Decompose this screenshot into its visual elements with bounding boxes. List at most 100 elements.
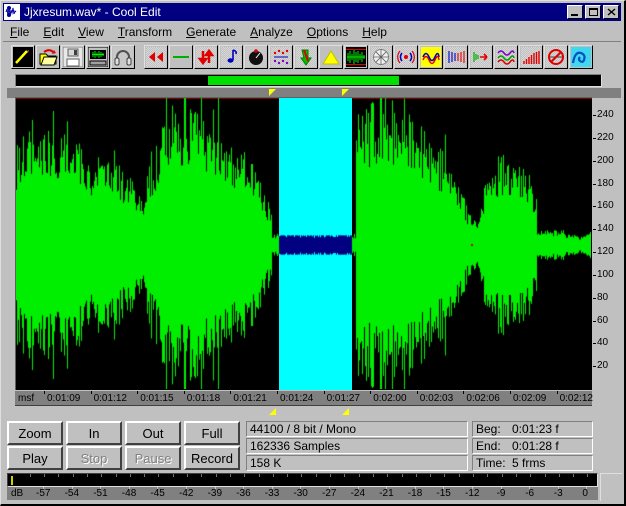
stretch-icon[interactable] xyxy=(444,45,468,69)
play-button[interactable]: Play xyxy=(7,446,63,470)
waveform-window-icon[interactable] xyxy=(86,45,110,69)
amplify-ramp-icon[interactable] xyxy=(319,45,343,69)
level-meter-bar-tick xyxy=(358,474,360,477)
selection-begin-row: Beg: 0:01:23 f xyxy=(472,421,593,437)
menu-help[interactable]: Help xyxy=(355,24,394,40)
zoom-out-button[interactable]: Out xyxy=(125,421,181,445)
level-meter-bar-tick xyxy=(287,474,288,477)
menu-options[interactable]: Options xyxy=(300,24,355,40)
echo-waves-icon[interactable] xyxy=(394,45,418,69)
close-button[interactable] xyxy=(603,5,619,19)
record-dot-icon[interactable] xyxy=(244,45,268,69)
level-meter-bar-tick xyxy=(573,474,574,477)
waveform-display[interactable] xyxy=(15,97,592,390)
graphic-eq-icon[interactable] xyxy=(519,45,543,69)
menu-transform[interactable]: Transform xyxy=(111,24,179,40)
menu-analyze[interactable]: Analyze xyxy=(243,24,300,40)
amplitude-axis-label: 200 xyxy=(597,155,614,166)
new-file-icon[interactable] xyxy=(11,45,35,69)
squiggle-filter-icon[interactable] xyxy=(494,45,518,69)
zoom-button[interactable]: Zoom xyxy=(7,421,63,445)
menu-bar: File Edit View Transform Generate Analyz… xyxy=(3,23,621,42)
flanger-icon[interactable] xyxy=(419,45,443,69)
horizontal-scrollbar[interactable] xyxy=(15,74,602,87)
amplitude-axis-tick xyxy=(593,229,596,230)
level-meter-bar-tick xyxy=(30,474,31,477)
level-meter-label: -18 xyxy=(407,488,423,499)
amplitude-axis-label: 80 xyxy=(597,292,609,303)
menu-view[interactable]: View xyxy=(71,24,111,40)
time-ruler-tick xyxy=(44,391,45,394)
normalize-waveform-icon[interactable] xyxy=(344,45,368,69)
reverse-icon[interactable] xyxy=(469,45,493,69)
cool-edit-window: Jjxresum.wav* - Cool Edit File Edit View… xyxy=(0,0,626,506)
level-meter-bar-tick xyxy=(244,474,246,477)
time-ruler-tick xyxy=(323,391,325,394)
selection-marker-strip-bottom xyxy=(7,407,621,417)
time-ruler-tick xyxy=(277,391,278,394)
level-meter-bar-tick xyxy=(129,474,131,477)
selection-start-marker-bottom[interactable] xyxy=(269,408,276,415)
level-meter-bar-tick xyxy=(173,474,174,477)
level-meter: dB -57 -54 -51 -48 -45 -42 -39 -36 -33 -30 -27 -24 -2… xyxy=(7,473,622,501)
silence-icon[interactable] xyxy=(169,45,193,69)
zoom-full-button[interactable]: Full xyxy=(184,421,240,445)
amplitude-axis-tick xyxy=(593,275,596,276)
level-meter-label: -3 xyxy=(553,488,563,499)
rewind-icon[interactable] xyxy=(144,45,168,69)
scatter-points-icon[interactable] xyxy=(269,45,293,69)
level-meter-unit-label: dB xyxy=(11,488,24,499)
level-meter-label: -27 xyxy=(322,488,337,499)
save-disk-icon[interactable] xyxy=(61,45,85,69)
level-meter-bar-tick xyxy=(473,474,474,477)
level-meter-bar-tick xyxy=(158,474,160,477)
time-ruler[interactable]: msf 0:01:09 0:01:12 0:01:15 0:01:18 0:01:21 0:… xyxy=(15,391,593,406)
record-button[interactable]: Record xyxy=(184,446,240,470)
headphones-icon[interactable] xyxy=(111,45,135,69)
level-meter-tick xyxy=(529,487,531,489)
waveform-canvas[interactable] xyxy=(16,98,591,389)
menu-generate[interactable]: Generate xyxy=(179,24,243,40)
envelope-down-icon[interactable] xyxy=(294,45,318,69)
open-folder-icon[interactable] xyxy=(36,45,60,69)
level-meter-label: -15 xyxy=(436,488,451,499)
file-size-info: 158 K xyxy=(246,455,468,471)
amplitude-axis-label: 100 xyxy=(597,269,614,280)
maximize-button[interactable] xyxy=(585,5,601,19)
time-ruler-tick xyxy=(416,391,418,394)
selection-end-value: 0:01:28 f xyxy=(512,439,559,453)
time-ruler-label: 0:01:09 xyxy=(47,393,81,404)
menu-file[interactable]: File xyxy=(3,24,36,40)
level-meter-tick xyxy=(243,487,245,489)
amplitude-axis-label: 60 xyxy=(597,315,609,326)
music-note-icon[interactable] xyxy=(219,45,243,69)
level-meter-bar[interactable] xyxy=(7,473,598,487)
level-meter-tick xyxy=(43,487,44,489)
scrollbar-thumb[interactable] xyxy=(208,76,399,85)
selection-end-marker[interactable] xyxy=(342,89,349,96)
level-meter-bar-tick xyxy=(545,474,546,477)
reverb-wave-icon[interactable] xyxy=(569,45,593,69)
selection-info-panel: Beg: 0:01:23 f End: 0:01:28 f Time: 5 fr… xyxy=(472,421,593,471)
level-meter-tick xyxy=(500,487,502,489)
selection-begin-value: 0:01:23 f xyxy=(512,422,559,436)
selection-end-marker-bottom[interactable] xyxy=(342,408,349,415)
level-meter-bar-tick xyxy=(444,474,446,477)
level-meter-tick xyxy=(357,487,359,489)
title-bar: Jjxresum.wav* - Cool Edit xyxy=(3,3,621,21)
noise-reduction-icon[interactable] xyxy=(369,45,393,69)
level-meter-tick xyxy=(329,487,330,489)
zoom-in-button[interactable]: In xyxy=(66,421,122,445)
level-meter-label: -36 xyxy=(236,488,251,499)
level-meter-tick xyxy=(186,487,187,489)
amplitude-axis-label: 240 xyxy=(597,109,614,120)
toolbar-group-edit xyxy=(144,45,594,69)
level-meter-scale: dB -57 -54 -51 -48 -45 -42 -39 -36 -33 -30 -27 -24 -2… xyxy=(7,487,598,500)
delete-silence-icon[interactable] xyxy=(544,45,568,69)
selection-start-marker[interactable] xyxy=(269,89,276,96)
convert-arrows-icon[interactable] xyxy=(194,45,218,69)
minimize-button[interactable] xyxy=(567,5,583,19)
menu-edit[interactable]: Edit xyxy=(36,24,71,40)
resize-corner[interactable] xyxy=(600,473,622,501)
window-controls xyxy=(565,5,619,19)
